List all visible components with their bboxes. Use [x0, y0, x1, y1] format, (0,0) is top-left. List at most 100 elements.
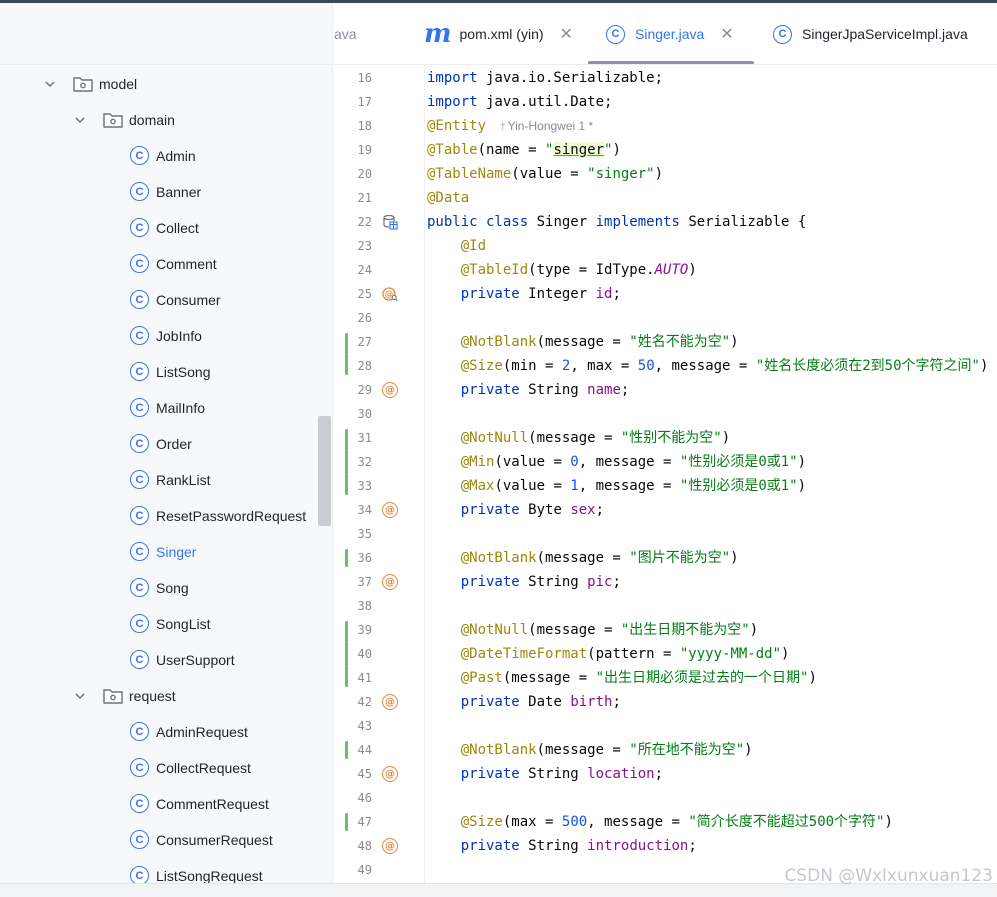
tree-folder-request[interactable]: request [0, 678, 318, 714]
code-token: String [519, 382, 588, 398]
field-annotation-icon[interactable]: @ [382, 766, 398, 782]
code-token: "姓名不能为空" [629, 334, 731, 350]
tree-item-label: ResetPasswordRequest [156, 508, 307, 524]
code-token: "简介长度不能超过500个字符" [688, 814, 885, 830]
close-icon[interactable]: ✕ [560, 24, 573, 44]
line-number: 40 [357, 647, 372, 661]
tree-class-song[interactable]: C Song [0, 570, 318, 606]
line-number: 26 [357, 311, 372, 325]
tree-item-label: ConsumerRequest [156, 832, 273, 848]
code-token: ) [797, 454, 807, 470]
tab-singer-java[interactable]: C Singer.java ✕ [606, 3, 734, 64]
database-table-icon[interactable] [382, 214, 398, 230]
class-icon: C [130, 794, 149, 813]
tree-folder-domain[interactable]: domain [0, 102, 318, 138]
code-text: private String pic; [427, 572, 621, 592]
code-token: implements [595, 214, 680, 230]
tree-item-label: Comment [156, 256, 217, 272]
close-icon[interactable]: ✕ [720, 24, 733, 44]
class-icon: C [130, 578, 149, 597]
code-token: ; [612, 286, 621, 302]
code-text: @NotBlank(message = "所在地不能为空") [427, 740, 753, 760]
class-icon: C [130, 830, 149, 849]
tree-class-ranklist[interactable]: C RankList [0, 462, 318, 498]
tree-class-songlist[interactable]: C SongList [0, 606, 318, 642]
chevron-down-icon[interactable] [72, 112, 88, 128]
vcs-change-marker[interactable] [345, 429, 348, 450]
field-annotation-icon[interactable]: @ [382, 502, 398, 518]
code-text: @Id [427, 236, 486, 256]
vcs-change-marker[interactable] [345, 333, 348, 354]
tree-class-mailinfo[interactable]: C MailInfo [0, 390, 318, 426]
code-token: "所在地不能为空" [629, 742, 745, 758]
tree-class-listsong[interactable]: C ListSong [0, 354, 318, 390]
chevron-down-icon[interactable] [72, 688, 88, 704]
code-token: ; [595, 502, 605, 518]
code-token: @NotBlank [460, 550, 537, 566]
field-annotation-icon[interactable]: @ [382, 382, 398, 398]
tab-pom-xml[interactable]: m pom.xml (yin) ✕ [424, 3, 573, 64]
vcs-change-marker[interactable] [345, 741, 348, 759]
code-token: "性别必须是0或1" [679, 454, 798, 470]
tree-class-collectrequest[interactable]: C CollectRequest [0, 750, 318, 786]
code-text: public class Singer implements Serializa… [427, 212, 806, 232]
tree-class-admin[interactable]: C Admin [0, 138, 318, 174]
code-line: 24 @TableId(type = IdType.AUTO) [334, 258, 997, 282]
tree-class-resetpasswordrequest[interactable]: C ResetPasswordRequest [0, 498, 318, 534]
tree-class-adminrequest[interactable]: C AdminRequest [0, 714, 318, 750]
code-line: 43 [334, 714, 997, 738]
field-annotation-icon[interactable]: @ [382, 694, 398, 710]
tree-class-banner[interactable]: C Banner [0, 174, 318, 210]
tree-class-singer[interactable]: C Singer [0, 534, 318, 570]
tab-singer-jpa-service-impl[interactable]: C SingerJpaServiceImpl.java [773, 3, 968, 64]
tree-folder-model[interactable]: model [0, 66, 318, 102]
code-line: 29 @ private String name; [334, 378, 997, 402]
tree-class-consumer[interactable]: C Consumer [0, 282, 318, 318]
class-icon: C [130, 254, 149, 273]
code-line: 20 @TableName(value = "singer") [334, 162, 997, 186]
chevron-down-icon[interactable] [42, 76, 58, 92]
code-author-hint[interactable]: † Yin-Hongwei 1 * [500, 119, 593, 133]
code-text: @Max(value = 1, message = "性别必须是0或1") [427, 476, 806, 496]
vcs-change-marker[interactable] [345, 474, 348, 495]
tree-class-usersupport[interactable]: C UserSupport [0, 642, 318, 678]
tree-item-label: model [99, 76, 138, 92]
code-text: @DateTimeFormat(pattern = "yyyy-MM-dd") [427, 644, 790, 664]
tab-partial-java[interactable]: ava [334, 3, 357, 64]
vcs-change-marker[interactable] [345, 642, 348, 666]
tree-class-consumerrequest[interactable]: C ConsumerRequest [0, 822, 318, 858]
code-editor[interactable]: 16 import java.io.Serializable; 17 import j… [334, 65, 997, 883]
code-token: @NotNull [460, 430, 529, 446]
vcs-change-marker[interactable] [345, 621, 348, 642]
code-token: @Table [427, 142, 478, 158]
code-text: import java.util.Date; [427, 92, 612, 112]
code-token: ) [730, 550, 739, 566]
tree-class-collect[interactable]: C Collect [0, 210, 318, 246]
code-text: @Data [427, 188, 469, 208]
line-number: 34 [357, 503, 372, 517]
code-token: private [460, 574, 520, 590]
vcs-change-marker[interactable] [345, 450, 348, 474]
vcs-change-marker[interactable] [345, 813, 348, 831]
tree-class-jobinfo[interactable]: C JobInfo [0, 318, 318, 354]
vcs-change-marker[interactable] [345, 666, 348, 687]
code-line: 35 [334, 522, 997, 546]
tree-class-listsongrequest[interactable]: C ListSongRequest [0, 858, 318, 883]
primary-key-icon[interactable]: @ [382, 286, 398, 302]
vcs-change-marker[interactable] [345, 354, 348, 375]
project-tree[interactable]: model domain C Admin C Banner C Collect C Comment… [0, 3, 333, 883]
tree-class-commentrequest[interactable]: C CommentRequest [0, 786, 318, 822]
project-tree-scrollbar[interactable] [318, 416, 331, 526]
tree-class-comment[interactable]: C Comment [0, 246, 318, 282]
code-text: private String name; [427, 380, 630, 400]
field-annotation-icon[interactable]: @ [382, 838, 398, 854]
field-annotation-icon[interactable]: @ [382, 574, 398, 590]
package-folder-icon [102, 110, 124, 130]
tree-class-order[interactable]: C Order [0, 426, 318, 462]
vcs-change-marker[interactable] [345, 549, 348, 567]
line-number: 31 [357, 431, 372, 445]
